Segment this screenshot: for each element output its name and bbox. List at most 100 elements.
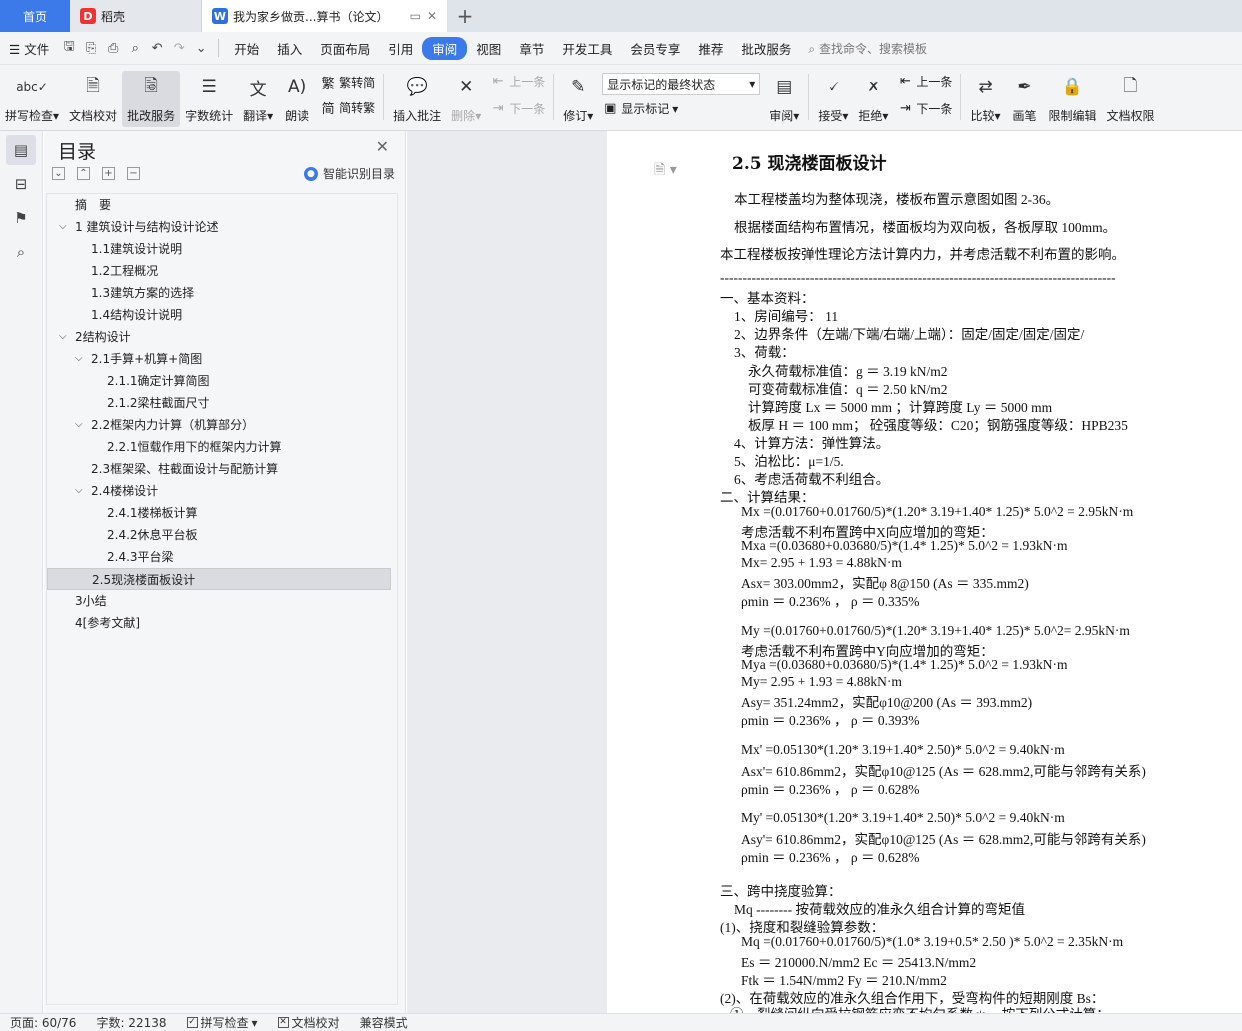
print-icon[interactable]: ⎙ xyxy=(102,37,124,59)
document-line: Mq -------- 按荷载效应的准永久组合计算的弯矩值 xyxy=(734,902,1025,917)
menu-insert[interactable]: 插入 xyxy=(268,39,311,58)
menu-view[interactable]: 视图 xyxy=(467,39,510,58)
toc-item[interactable]: 2.1.2梁柱截面尺寸 xyxy=(47,392,397,414)
restrict-editing-button[interactable]: 🔒 限制编辑 xyxy=(1043,71,1101,127)
document-line: Es ＝ 210000.N/mm2 Ec ＝ 25413.N/mm2 xyxy=(741,955,977,970)
menu-member[interactable]: 会员专享 xyxy=(621,39,689,58)
toc-item[interactable]: 摘 要 xyxy=(47,194,397,216)
command-search[interactable]: ⌕ 查找命令、搜索模板 xyxy=(808,40,927,57)
next-change-button[interactable]: ⇥ 下一条 xyxy=(897,100,952,117)
trad-to-simp-button[interactable]: 繁繁转简 xyxy=(320,73,376,92)
menu-chapter[interactable]: 章节 xyxy=(510,39,553,58)
toc-item[interactable]: 2.4.3平台梁 xyxy=(47,546,397,568)
word-count[interactable]: 字数: 22138 xyxy=(86,1014,176,1031)
menu-review[interactable]: 审阅 xyxy=(422,36,468,60)
toc-panel-icon[interactable]: ▤ xyxy=(6,135,36,165)
bookmark-icon[interactable]: ⚑ xyxy=(6,203,36,233)
file-menu[interactable]: ☰ 文件 xyxy=(0,39,58,58)
collapse-up-icon[interactable]: ⌃ xyxy=(77,167,90,180)
status-proofread[interactable]: ✕ 文档校对 xyxy=(268,1014,350,1031)
read-aloud-label: 朗读 xyxy=(285,109,310,123)
tab-float-icon[interactable]: ▭ xyxy=(410,9,421,23)
find-icon[interactable]: ⌕ xyxy=(6,237,36,267)
redo-icon[interactable]: ↷ xyxy=(168,37,190,59)
compare-button[interactable]: ⇄ 比较▾ xyxy=(965,71,1005,127)
toc-item[interactable]: 2.2.1恒载作用下的框架内力计算 xyxy=(47,436,397,458)
export-icon[interactable]: ⎘ xyxy=(80,37,102,59)
doc-permission-button[interactable]: 🗋 文档权限 xyxy=(1102,71,1160,127)
show-markup-button[interactable]: ▣ 显示标记 ▾ xyxy=(602,100,760,117)
delete-comment-button[interactable]: ✕ 删除▾ xyxy=(446,71,486,127)
document-page[interactable]: 🗎 ▾ 2.5 现浇楼面板设计 本工程楼盖均为整体现浇，楼板布置示意图如图 2-3… xyxy=(608,131,1242,1013)
reject-button[interactable]: 🗶 拒绝▾ xyxy=(853,71,893,127)
collapse-down-icon[interactable]: ⌄ xyxy=(52,167,65,180)
section-nav-icon[interactable]: ⊟ xyxy=(6,169,36,199)
status-spell-check[interactable]: ✓ 拼写检查 ▾ xyxy=(177,1014,268,1031)
menu-start[interactable]: 开始 xyxy=(225,39,268,58)
toc-item[interactable]: ⌵ 2结构设计 xyxy=(47,326,397,348)
toc-item[interactable]: 1.1建筑设计说明 xyxy=(47,238,397,260)
insert-comment-button[interactable]: 💬 插入批注 xyxy=(388,71,446,127)
smart-toc-button[interactable]: ● 智能识别目录 xyxy=(303,165,395,182)
menu-recommend[interactable]: 推荐 xyxy=(689,39,732,58)
track-changes-button[interactable]: ✎ 修订▾ xyxy=(558,71,598,127)
read-aloud-button[interactable]: A) 朗读 xyxy=(278,71,316,127)
menu-reference[interactable]: 引用 xyxy=(379,39,422,58)
menu-divider xyxy=(218,39,220,57)
page-count[interactable]: 页面: 60/76 xyxy=(0,1014,86,1031)
review-pane-button[interactable]: ▤ 审阅▾ xyxy=(764,71,804,127)
expand-all-icon[interactable]: + xyxy=(102,167,115,180)
close-icon[interactable]: ✕ xyxy=(376,137,389,156)
markup-state-select[interactable]: 显示标记的最终状态 ▾ xyxy=(602,73,761,95)
print-preview-icon[interactable]: ⌕ xyxy=(124,37,146,59)
toc-item[interactable]: 2.4.2休息平台板 xyxy=(47,524,397,546)
tab-home[interactable]: 首页 xyxy=(0,0,70,32)
correction-service-button[interactable]: 🗟 批改服务 xyxy=(122,71,181,127)
menu-page-layout[interactable]: 页面布局 xyxy=(311,39,379,58)
expand-chevron-icon[interactable]: ⌵ xyxy=(75,414,83,436)
save-icon[interactable]: 🖫 xyxy=(58,37,80,59)
word-count-button[interactable]: ☰ 字数统计 xyxy=(180,71,238,127)
tab-document[interactable]: W 我为家乡做贡...算书（论文） ▭ ✕ xyxy=(202,0,447,32)
toc-item[interactable]: 3小结 xyxy=(47,590,397,612)
tab-daoke[interactable]: D 稻壳 xyxy=(70,0,202,32)
pen-button[interactable]: ✒ 画笔 xyxy=(1005,71,1043,127)
prev-change-button[interactable]: ⇤ 上一条 xyxy=(897,73,952,90)
toc-item[interactable]: 1.2工程概况 xyxy=(47,260,397,282)
expand-chevron-icon[interactable]: ⌵ xyxy=(75,480,83,502)
menu-dev-tools[interactable]: 开发工具 xyxy=(553,39,621,58)
doc-proofread-button[interactable]: 🗎 文档校对 xyxy=(64,71,122,127)
collapse-all-icon[interactable]: − xyxy=(127,167,140,180)
toc-item[interactable]: 1.3建筑方案的选择 xyxy=(47,282,397,304)
show-markup-label: 显示标记 xyxy=(621,102,670,116)
spell-check-button[interactable]: abc✓ 拼写检查▾ xyxy=(0,71,64,127)
toc-item[interactable]: 2.3框架梁、柱截面设计与配筋计算 xyxy=(47,458,397,480)
next-comment-button[interactable]: ⇥ 下一条 xyxy=(490,100,545,117)
prev-comment-button[interactable]: ⇤ 上一条 xyxy=(490,73,545,90)
expand-chevron-icon[interactable]: ⌵ xyxy=(75,348,83,370)
expand-chevron-icon[interactable]: ⌵ xyxy=(59,216,67,238)
new-tab-button[interactable]: + xyxy=(447,0,483,32)
toc-item[interactable]: 2.4.1楼梯板计算 xyxy=(47,502,397,524)
toc-item[interactable]: ⌵ 2.2框架内力计算（机算部分） xyxy=(47,414,397,436)
toc-item[interactable]: 2.5现浇楼面板设计 xyxy=(47,568,391,590)
section-heading: 2.5 现浇楼面板设计 xyxy=(732,154,887,174)
accept-button[interactable]: 🗸 接受▾ xyxy=(813,71,853,127)
toc-item[interactable]: 2.1.1确定计算简图 xyxy=(47,370,397,392)
toc-item[interactable]: ⌵ 2.4楼梯设计 xyxy=(47,480,397,502)
expand-chevron-icon[interactable]: ⌵ xyxy=(59,326,67,348)
tab-close-icon[interactable]: ✕ xyxy=(427,9,437,23)
translate-button[interactable]: 文翻译▾ xyxy=(238,71,278,127)
toc-item[interactable]: 4[参考文献] xyxy=(47,612,397,634)
simp-to-trad-button[interactable]: 简简转繁 xyxy=(320,98,376,117)
more-chevron-icon[interactable]: ⌄ xyxy=(190,37,212,59)
ribbon-divider xyxy=(808,74,810,120)
toc-item[interactable]: ⌵ 2.1手算+机算+简图 xyxy=(47,348,397,370)
toc-item[interactable]: ⌵ 1 建筑设计与结构设计论述 xyxy=(47,216,397,238)
restrict-editing-label: 限制编辑 xyxy=(1048,109,1097,123)
toc-item[interactable]: 1.4结构设计说明 xyxy=(47,304,397,326)
menu-correction[interactable]: 批改服务 xyxy=(732,39,800,58)
undo-icon[interactable]: ↶ xyxy=(146,37,168,59)
paragraph-layout-icon[interactable]: 🗎 ▾ xyxy=(654,159,677,183)
compat-mode: 兼容模式 xyxy=(359,1016,408,1030)
